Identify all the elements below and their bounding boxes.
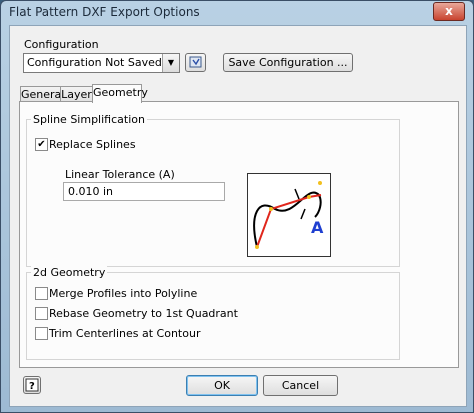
tab-general[interactable]: General xyxy=(20,86,64,102)
help-icon: ? xyxy=(25,378,39,392)
merge-profiles-label: Merge Profiles into Polyline xyxy=(49,287,198,300)
linear-tolerance-input[interactable]: 0.010 in xyxy=(63,182,225,201)
configuration-value: Configuration Not Saved xyxy=(27,56,162,69)
ok-button[interactable]: OK xyxy=(186,375,258,396)
rebase-geometry-label: Rebase Geometry to 1st Quadrant xyxy=(49,307,238,320)
replace-splines-checkbox[interactable]: ✔ xyxy=(35,138,48,151)
2d-geometry-group: 2d Geometry Merge Profiles into Polyline… xyxy=(26,266,400,360)
load-configuration-button[interactable] xyxy=(185,53,206,72)
tab-layer[interactable]: Layer xyxy=(60,86,93,102)
spline-simplification-title: Spline Simplification xyxy=(31,113,147,126)
configuration-label: Configuration xyxy=(24,38,99,51)
title-bar[interactable]: Flat Pattern DXF Export Options x xyxy=(1,1,473,25)
cancel-button[interactable]: Cancel xyxy=(263,375,338,396)
help-button[interactable]: ? xyxy=(23,376,41,394)
dialog-body: Configuration Configuration Not Saved ▼ … xyxy=(9,25,467,407)
configuration-dropdown[interactable]: Configuration Not Saved ▼ xyxy=(23,53,180,73)
tolerance-letter: A xyxy=(311,218,324,237)
close-button[interactable]: x xyxy=(433,2,465,21)
svg-text:?: ? xyxy=(29,381,35,392)
merge-profiles-checkbox[interactable] xyxy=(35,287,48,300)
dialog-window: Flat Pattern DXF Export Options x Config… xyxy=(0,0,474,413)
trim-centerlines-checkbox[interactable] xyxy=(35,327,48,340)
spline-simplification-group: Spline Simplification ✔ Replace Splines … xyxy=(26,113,400,267)
replace-splines-label: Replace Splines xyxy=(49,138,136,151)
trim-centerlines-label: Trim Centerlines at Contour xyxy=(49,327,201,340)
window-title: Flat Pattern DXF Export Options xyxy=(9,5,200,19)
save-configuration-button[interactable]: Save Configuration ... xyxy=(223,53,353,72)
chevron-down-icon[interactable]: ▼ xyxy=(162,54,179,72)
geometry-tab-panel: Spline Simplification ✔ Replace Splines … xyxy=(19,101,459,368)
spline-diagram: A xyxy=(247,173,331,257)
load-config-icon xyxy=(189,56,202,68)
2d-geometry-title: 2d Geometry xyxy=(31,266,108,279)
rebase-geometry-checkbox[interactable] xyxy=(35,307,48,320)
tab-geometry[interactable]: Geometry xyxy=(92,84,148,103)
linear-tolerance-label: Linear Tolerance (A) xyxy=(65,168,175,181)
linear-tolerance-value: 0.010 in xyxy=(68,185,114,198)
